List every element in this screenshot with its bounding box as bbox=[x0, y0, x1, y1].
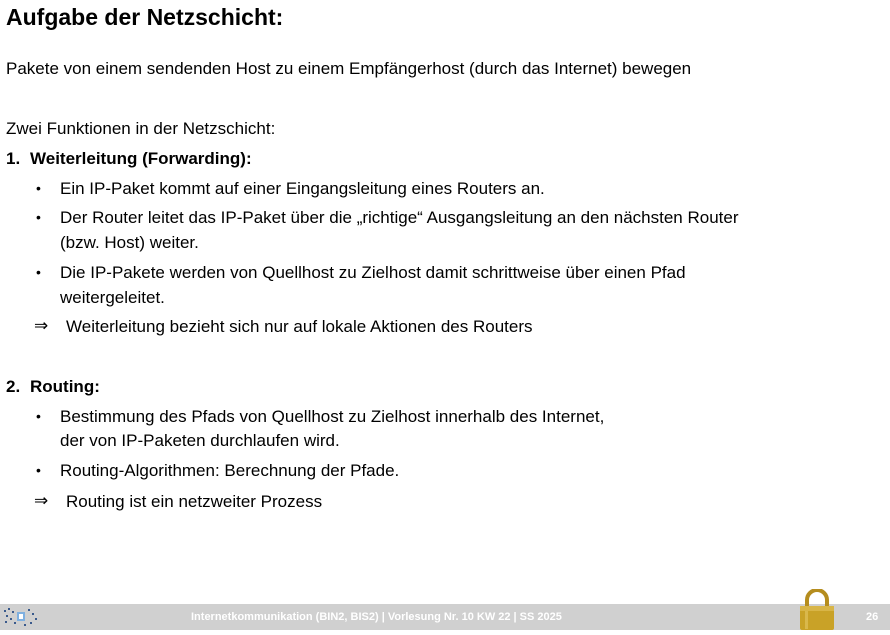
footer-course-info: Internetkommunikation (BIN2, BIS2) | Vor… bbox=[191, 611, 562, 623]
section2-conclusion: Routing ist ein netzweiter Prozess bbox=[66, 492, 323, 511]
section2-heading: Routing: bbox=[30, 377, 100, 396]
bullet-icon: • bbox=[36, 462, 41, 478]
university-logo-icon bbox=[2, 606, 40, 628]
section1-bullet3-line1: Die IP-Pakete werden von Quellhost zu Zi… bbox=[60, 263, 686, 282]
section1-bullet2-line1: Der Router leitet das IP-Paket über die … bbox=[60, 208, 739, 227]
section1-bullet1: Ein IP-Paket kommt auf einer Eingangslei… bbox=[60, 179, 545, 198]
section1-heading: Weiterleitung (Forwarding): bbox=[30, 149, 252, 168]
section2-number: 2. bbox=[6, 377, 21, 396]
implies-arrow-icon: ⇒ bbox=[34, 491, 49, 511]
section2-bullet2: Routing-Algorithmen: Berechnung der Pfad… bbox=[60, 461, 400, 480]
intro-text: Pakete von einem sendenden Host zu einem… bbox=[6, 59, 692, 78]
section1-conclusion: Weiterleitung bezieht sich nur auf lokal… bbox=[66, 317, 533, 336]
section2-bullet1-line2: der von IP-Paketen durchlaufen wird. bbox=[60, 431, 340, 450]
implies-arrow-icon: ⇒ bbox=[34, 316, 49, 336]
slide-title: Aufgabe der Netzschicht: bbox=[6, 4, 284, 30]
section1-bullet3-line2: weitergeleitet. bbox=[60, 288, 165, 307]
two-functions-text: Zwei Funktionen in der Netzschicht: bbox=[6, 119, 276, 138]
section2-bullet1-line1: Bestimmung des Pfads von Quellhost zu Zi… bbox=[60, 407, 605, 426]
padlock-icon bbox=[797, 588, 837, 630]
bullet-icon: • bbox=[36, 180, 41, 196]
bullet-icon: • bbox=[36, 209, 41, 225]
section1-bullet2-line2: (bzw. Host) weiter. bbox=[60, 233, 199, 252]
bullet-icon: • bbox=[36, 264, 41, 280]
page-number: 26 bbox=[866, 611, 879, 623]
section1-number: 1. bbox=[6, 149, 21, 168]
bullet-icon: • bbox=[36, 408, 41, 424]
